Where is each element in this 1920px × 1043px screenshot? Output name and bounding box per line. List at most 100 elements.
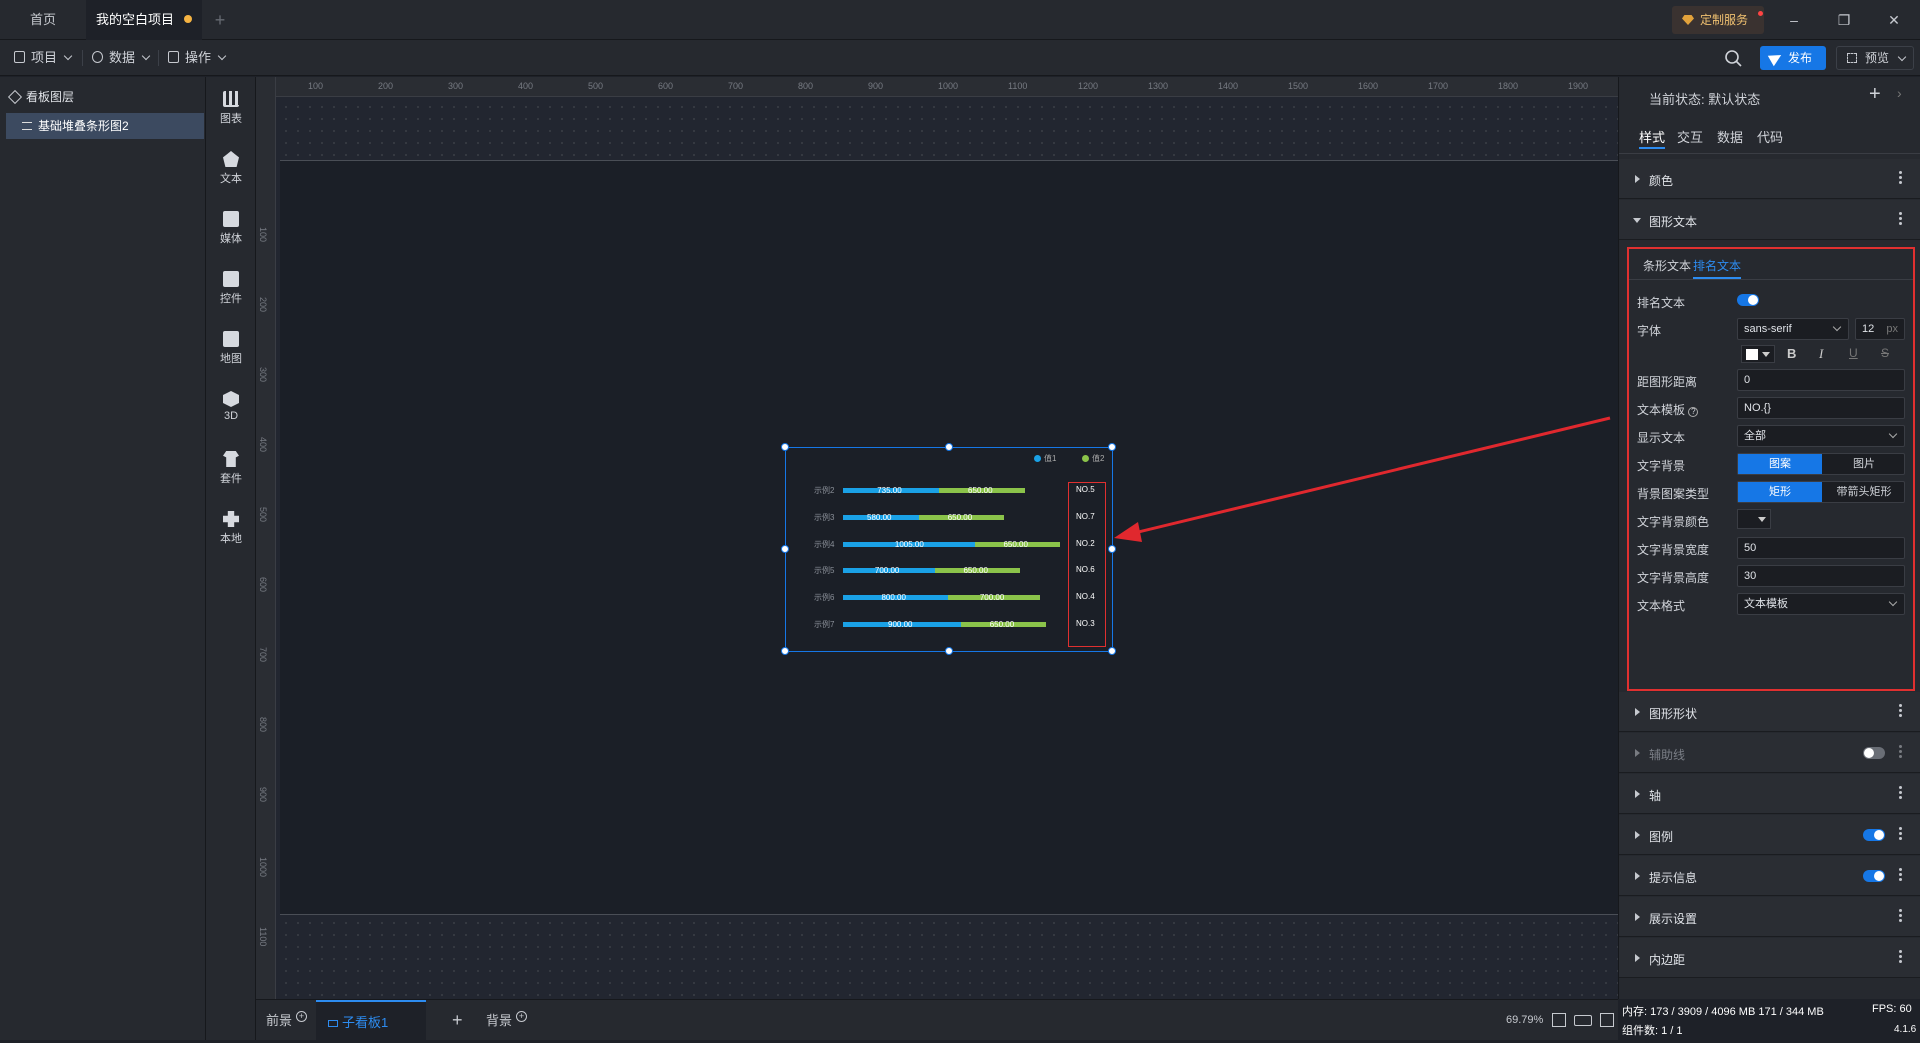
font-size-input[interactable]: 12 px — [1855, 318, 1905, 340]
add-circle-icon[interactable]: + — [516, 1011, 528, 1022]
menu-data[interactable]: 数据 — [92, 48, 151, 68]
resize-handle[interactable] — [1108, 647, 1116, 655]
resize-handle[interactable] — [781, 647, 789, 655]
more-icon[interactable] — [1899, 827, 1903, 843]
search-icon[interactable] — [1724, 49, 1742, 67]
more-icon[interactable] — [1899, 786, 1903, 802]
subtab-bar-text[interactable]: 条形文本 — [1643, 257, 1691, 274]
vertical-ruler[interactable]: 100 200 300 400 500 600 700 800 900 1000 1100 — [256, 77, 276, 999]
distance-input[interactable]: 0 — [1737, 369, 1905, 391]
add-circle-icon[interactable]: + — [296, 1011, 308, 1022]
bg-color-picker[interactable] — [1737, 509, 1771, 529]
add-board-plus-icon[interactable]: + — [452, 1000, 463, 1041]
horizontal-ruler[interactable]: 100 200 300 400 500 600 700 800 900 1000 1100 1200 1… — [256, 77, 1618, 97]
comp-kit[interactable]: 套件 — [206, 447, 256, 495]
custom-service-button[interactable]: 定制服务 — [1672, 6, 1764, 34]
show-text-select[interactable]: 全部 — [1737, 425, 1905, 447]
tab-interaction[interactable]: 交互 — [1677, 127, 1703, 149]
resize-handle[interactable] — [781, 443, 789, 451]
state-value[interactable]: 默认状态 — [1708, 92, 1760, 107]
preview-label: 预览 — [1865, 51, 1890, 65]
comp-control[interactable]: 控件 — [206, 267, 256, 315]
tab-background[interactable]: 背景 + — [486, 1000, 528, 1041]
more-icon[interactable] — [1899, 171, 1903, 187]
more-icon[interactable] — [1899, 909, 1903, 925]
more-icon[interactable] — [1899, 868, 1903, 884]
ruler-tick-label: 300 — [448, 81, 464, 91]
font-family-select[interactable]: sans-serif — [1737, 318, 1849, 340]
strikethrough-icon[interactable]: S — [1881, 346, 1889, 360]
add-state-plus-icon[interactable]: + — [1869, 83, 1881, 106]
italic-icon[interactable]: I — [1819, 346, 1823, 362]
chevron-down-icon[interactable] — [1897, 52, 1907, 62]
tab-home[interactable]: 首页 — [0, 0, 86, 40]
legend-toggle[interactable] — [1863, 829, 1885, 841]
menu-operation[interactable]: 操作 — [168, 48, 227, 68]
tooltip-toggle[interactable] — [1863, 870, 1885, 882]
tab-project[interactable]: 我的空白项目 — [86, 0, 202, 40]
comp-label: 文本 — [220, 173, 242, 185]
subtab-rank-text[interactable]: 排名文本 — [1693, 257, 1742, 279]
more-icon[interactable] — [1899, 745, 1903, 761]
section-axis[interactable]: 轴 — [1619, 774, 1920, 814]
section-guide-line[interactable]: 辅助线 — [1619, 733, 1920, 773]
bg-height-input[interactable]: 30 — [1737, 565, 1905, 587]
minimize-icon[interactable]: – — [1782, 8, 1806, 32]
restore-icon[interactable]: ❐ — [1832, 8, 1856, 32]
publish-button[interactable]: 发布 — [1760, 46, 1826, 70]
layers-panel: 看板图层 基础堆叠条形图2 — [0, 77, 206, 1040]
resize-handle[interactable] — [781, 545, 789, 553]
bg-option-pattern[interactable]: 图案 — [1738, 454, 1822, 474]
new-tab-plus-icon[interactable]: + — [210, 10, 230, 30]
bg-width-input[interactable]: 50 — [1737, 537, 1905, 559]
bold-icon[interactable]: B — [1787, 346, 1796, 361]
section-padding[interactable]: 内边距 — [1619, 938, 1920, 978]
bg-type-arrow-rect[interactable]: 带箭头矩形 — [1822, 482, 1906, 502]
tab-sub-board[interactable]: 子看板1 — [316, 1000, 426, 1041]
more-icon[interactable] — [1899, 950, 1903, 966]
close-icon[interactable]: ✕ — [1882, 8, 1906, 32]
keyboard-icon[interactable] — [1574, 1015, 1592, 1026]
section-legend[interactable]: 图例 — [1619, 815, 1920, 855]
stacked-bar-chart[interactable]: 值1 值2 示例2 735.00 650.00 NO.5 示例3 580.00 650.00 NO… — [781, 443, 1116, 655]
more-icon[interactable] — [1899, 704, 1903, 720]
section-shape-text[interactable]: 图形文本 — [1619, 200, 1920, 240]
menu-project[interactable]: 项目 — [14, 48, 73, 68]
bg-option-image[interactable]: 图片 — [1822, 454, 1906, 474]
comp-chart[interactable]: 图表 — [206, 87, 256, 135]
template-input[interactable]: NO.{} — [1737, 397, 1905, 419]
tab-style[interactable]: 样式 — [1639, 127, 1666, 149]
bg-type-rect[interactable]: 矩形 — [1738, 482, 1822, 502]
ruler-tick-label: 400 — [258, 437, 268, 453]
help-icon[interactable]: ? — [1688, 407, 1699, 417]
more-icon[interactable] — [1899, 212, 1903, 228]
font-color-picker[interactable] — [1741, 345, 1775, 363]
guide-line-toggle[interactable] — [1863, 747, 1885, 759]
fit-screen-icon[interactable] — [1552, 1013, 1566, 1027]
comp-local[interactable]: 本地 — [206, 507, 256, 555]
layer-item[interactable]: 基础堆叠条形图2 — [6, 113, 204, 139]
underline-icon[interactable]: U — [1849, 346, 1858, 360]
ruler-tick-label: 800 — [258, 717, 268, 733]
chevron-right-icon[interactable]: › — [1897, 85, 1902, 101]
rank-text-toggle[interactable] — [1737, 294, 1759, 306]
section-tooltip[interactable]: 提示信息 — [1619, 856, 1920, 896]
tab-foreground[interactable]: 前景 + — [266, 1000, 308, 1041]
terminal-icon[interactable] — [1600, 1013, 1614, 1027]
resize-handle[interactable] — [945, 647, 953, 655]
resize-handle[interactable] — [945, 443, 953, 451]
comp-3d[interactable]: 3D — [206, 387, 256, 435]
section-title: 图形形状 — [1649, 707, 1698, 721]
comp-text[interactable]: 文本 — [206, 147, 256, 195]
text-format-select[interactable]: 文本模板 — [1737, 593, 1905, 615]
tab-code[interactable]: 代码 — [1757, 127, 1783, 149]
memory-status: 内存: 173 / 3909 / 4096 MB 171 / 344 MB — [1622, 1006, 1824, 1018]
zoom-level[interactable]: 69.79% — [1506, 1014, 1543, 1026]
section-shape[interactable]: 图形形状 — [1619, 692, 1920, 732]
preview-button[interactable]: 预览 — [1836, 46, 1914, 70]
tab-data[interactable]: 数据 — [1717, 127, 1743, 149]
comp-map[interactable]: 地图 — [206, 327, 256, 375]
section-display[interactable]: 展示设置 — [1619, 897, 1920, 937]
section-color[interactable]: 颜色 — [1619, 159, 1920, 199]
comp-media[interactable]: 媒体 — [206, 207, 256, 255]
